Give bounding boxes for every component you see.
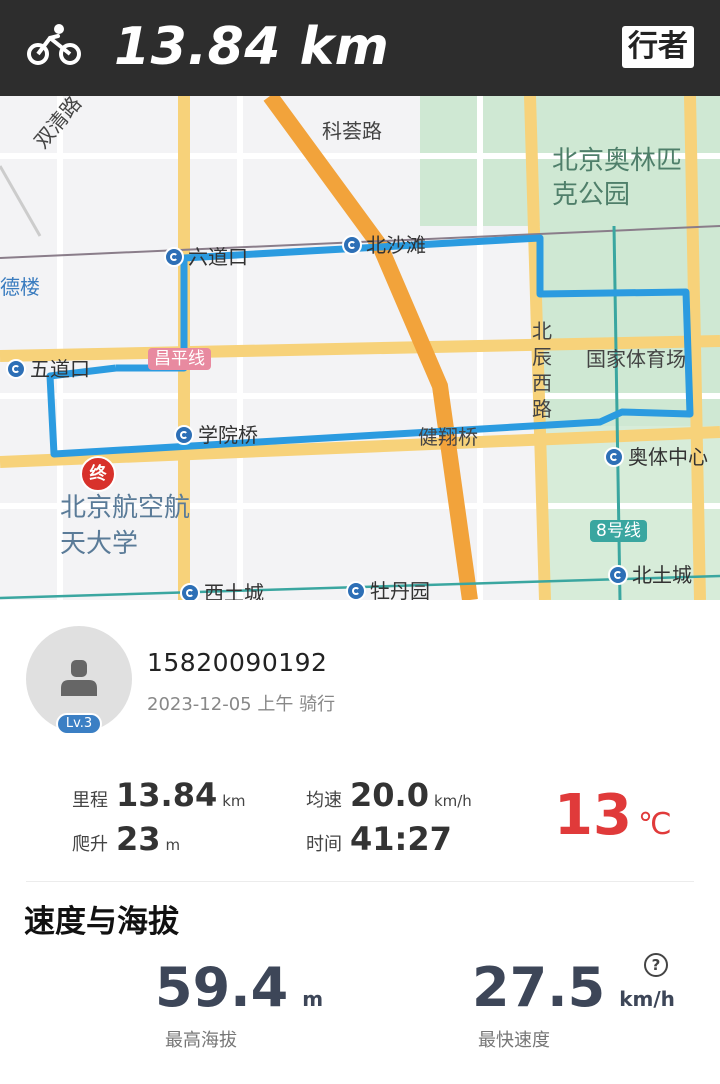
metro-icon xyxy=(6,359,26,379)
stat-value: 20.0 xyxy=(350,776,429,814)
stat-label: 爬升 xyxy=(72,834,108,855)
station-label: 牡丹园 xyxy=(370,579,430,600)
metro-line-badge-8: 8号线 xyxy=(590,520,647,542)
metro-icon xyxy=(342,235,362,255)
stat-distance: 里程 13.84 km xyxy=(72,776,246,814)
stat-avg-speed: 均速 20.0 km/h xyxy=(306,776,472,814)
metro-icon xyxy=(180,583,200,600)
station-xitucheng: 西土城 xyxy=(180,582,264,600)
area-label-national-stadium: 国家体育场 xyxy=(586,347,686,371)
stat-label: 时间 xyxy=(306,834,342,855)
username[interactable]: 15820090192 xyxy=(147,648,327,677)
stat-unit: m xyxy=(165,836,181,854)
stat-value: 13.84 xyxy=(116,776,218,814)
bicycle-icon xyxy=(27,24,81,65)
station-liudaokou: 六道口 xyxy=(164,246,248,268)
route-map[interactable]: 科荟路 双清路 北辰西路 北京奥林匹克公园 北京航空航天大学 国家体育场 六道口… xyxy=(0,96,720,600)
stat-unit: km xyxy=(222,792,246,810)
station-label: 五道口 xyxy=(30,357,90,381)
metro-line-badge-changping: 昌平线 xyxy=(148,348,211,370)
station-label: 学院桥 xyxy=(198,423,258,447)
station-aoti: 奥体中心 xyxy=(604,446,708,468)
bridge-label-jianxiang: 健翔桥 xyxy=(418,425,478,449)
stat-label: 里程 xyxy=(72,790,108,811)
activity-date: 2023-12-05 xyxy=(147,694,252,715)
divider xyxy=(26,881,694,882)
station-beitucheng: 北土城 xyxy=(608,564,692,586)
metric-max-speed: 27.5 km/h xyxy=(472,956,675,1019)
temperature-value: 13 xyxy=(554,783,632,848)
stat-value: 23 xyxy=(116,820,161,858)
station-label: 北沙滩 xyxy=(366,233,426,257)
level-badge: Lv.3 xyxy=(56,713,102,735)
station-label: 奥体中心 xyxy=(628,445,708,469)
road-label-kehui: 科荟路 xyxy=(322,119,382,143)
stat-unit: km/h xyxy=(433,792,472,810)
route-end-marker[interactable]: 终 xyxy=(80,456,116,492)
metro-icon xyxy=(604,447,624,467)
header-distance: 13.84 km xyxy=(114,17,390,77)
station-mudanyuan: 牡丹园 xyxy=(346,580,430,600)
activity-meta: 2023-12-05 上午 骑行 xyxy=(147,690,335,716)
station-label: 西土城 xyxy=(204,581,264,600)
metric-max-altitude: 59.4 m xyxy=(155,956,323,1019)
place-label-delou: 德楼 xyxy=(0,275,40,299)
metric-label-max-speed: 最快速度 xyxy=(478,1030,550,1051)
area-label-beihang: 北京航空航天大学 xyxy=(60,493,191,559)
activity-summary: Lv.3 15820090192 2023-12-05 上午 骑行 里程 13.… xyxy=(0,600,720,1084)
metric-label-max-altitude: 最高海拔 xyxy=(165,1030,237,1051)
station-xueyuanqiao: 学院桥 xyxy=(174,424,258,446)
station-wudaokou: 五道口 xyxy=(6,358,90,380)
station-beishatan: 北沙滩 xyxy=(342,234,426,256)
stat-value: 41:27 xyxy=(350,820,452,858)
metric-value: 27.5 xyxy=(472,956,606,1019)
metro-icon xyxy=(174,425,194,445)
activity-period: 上午 xyxy=(257,694,294,715)
stat-climb: 爬升 23 m xyxy=(72,820,180,858)
metric-unit: m xyxy=(302,987,324,1011)
section-title-speed-altitude: 速度与海拔 xyxy=(24,904,179,940)
stat-label: 均速 xyxy=(306,790,342,811)
road-label-beichen: 北辰西路 xyxy=(532,319,552,421)
metric-unit: km/h xyxy=(619,987,675,1011)
brand-logo[interactable]: 行者 xyxy=(622,26,694,68)
temperature-unit: ℃ xyxy=(637,807,672,842)
user-icon xyxy=(61,660,97,696)
temperature: 13 ℃ xyxy=(554,783,672,848)
metro-icon xyxy=(346,581,366,600)
stat-time: 时间 41:27 xyxy=(306,820,452,858)
activity-header: 13.84 km 行者 xyxy=(0,0,720,96)
station-label: 六道口 xyxy=(188,245,248,269)
area-label-olympic-park: 北京奥林匹克公园 xyxy=(552,146,683,210)
metro-icon xyxy=(164,247,184,267)
activity-type: 骑行 xyxy=(299,694,336,715)
metric-value: 59.4 xyxy=(155,956,289,1019)
station-label: 北土城 xyxy=(632,563,692,587)
metro-icon xyxy=(608,565,628,585)
